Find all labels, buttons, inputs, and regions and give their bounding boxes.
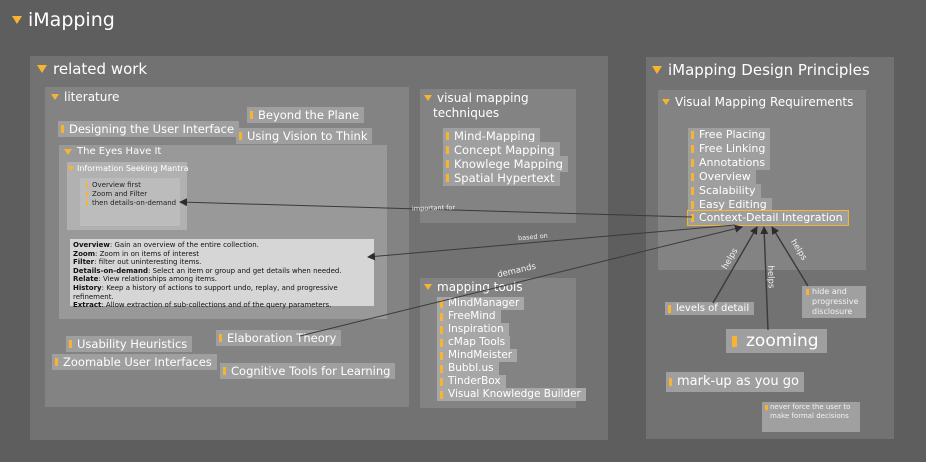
- link-label-helps-zooming: helps: [765, 265, 776, 289]
- link-based-on[interactable]: [367, 224, 736, 261]
- link-label-important-for: important for: [411, 203, 456, 213]
- links-layer: [179, 198, 809, 337]
